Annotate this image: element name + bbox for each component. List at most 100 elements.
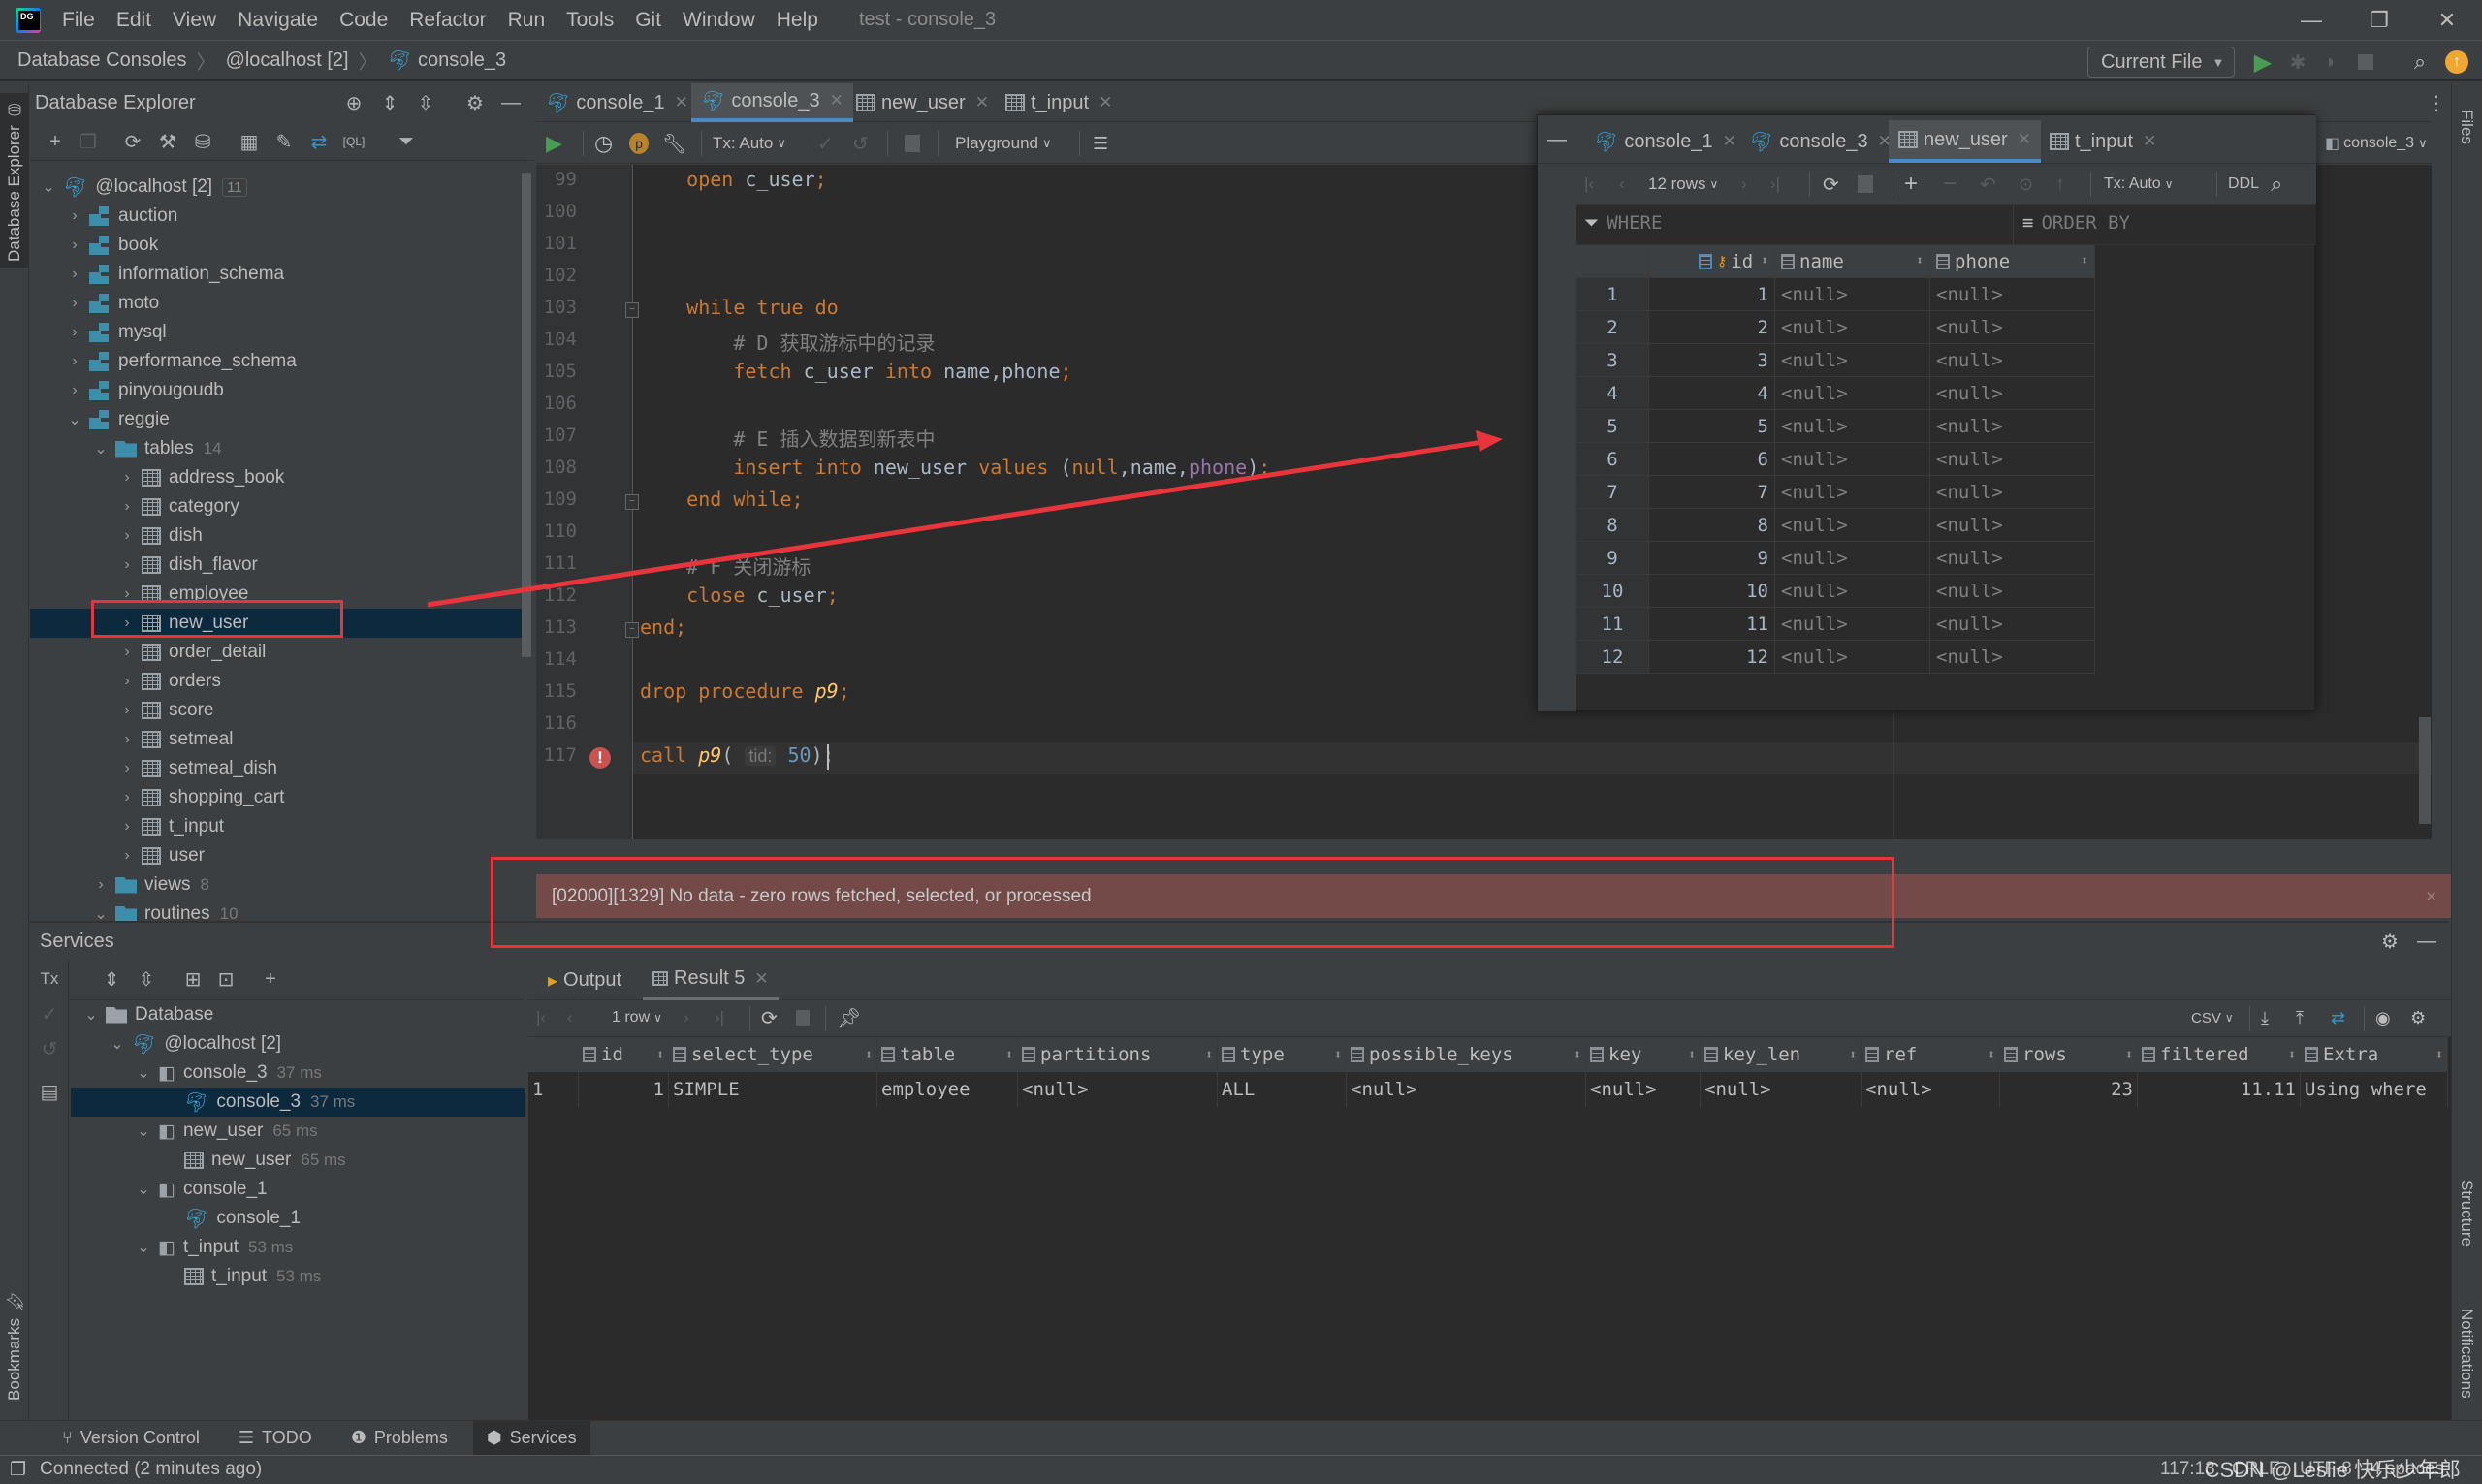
- row-number[interactable]: 9: [1576, 542, 1649, 575]
- grid-cell[interactable]: <null>: [1347, 1072, 1586, 1107]
- files-stripe-button[interactable]: Files: [2452, 93, 2481, 161]
- tree-item-t-input[interactable]: › t_input: [30, 812, 525, 841]
- editor-scrollbar[interactable]: [2419, 717, 2431, 824]
- search-icon[interactable]: ⌕: [2271, 169, 2282, 200]
- row-number[interactable]: 7: [1576, 476, 1649, 509]
- structure-stripe-button[interactable]: Structure: [2452, 1159, 2481, 1266]
- tree-item-dish-flavor[interactable]: › dish_flavor: [30, 551, 525, 580]
- close-tab-icon[interactable]: ✕: [675, 93, 688, 112]
- chevron-right-icon[interactable]: ›: [116, 469, 138, 487]
- row-number[interactable]: 3: [1576, 344, 1649, 377]
- first-page-icon[interactable]: |‹: [536, 1002, 546, 1033]
- service-item[interactable]: 🐬︎ console_1: [71, 1204, 525, 1233]
- debug-icon[interactable]: ✱: [2284, 48, 2311, 76]
- tree-item--localhost-2-[interactable]: ⌄ 🐬︎ @localhost [2] 11: [30, 173, 525, 202]
- new-tab-icon[interactable]: ⊡: [210, 963, 241, 995]
- service-item[interactable]: new_user 65 ms: [71, 1146, 525, 1175]
- sort-icon[interactable]: ⬍: [1849, 1048, 1857, 1062]
- jump-to-console-icon[interactable]: ⇄: [303, 126, 334, 157]
- import-icon[interactable]: ⤒: [2296, 1002, 2304, 1033]
- chevron-down-icon[interactable]: ⌄: [107, 1034, 128, 1054]
- sort-icon[interactable]: ⬍: [1988, 1048, 1995, 1062]
- chevron-right-icon[interactable]: ›: [64, 237, 85, 254]
- order-by-input[interactable]: ≡ ORDER BY: [2022, 212, 2130, 234]
- tab-new-user[interactable]: new_user ✕: [846, 83, 999, 122]
- popup-tab-console-3[interactable]: 🐬︎ console_3 ✕: [1739, 120, 1901, 163]
- chevron-down-icon[interactable]: ⌄: [133, 1121, 154, 1141]
- tree-item-book[interactable]: › book: [30, 231, 525, 260]
- hide-panel-icon[interactable]: —: [2417, 931, 2436, 953]
- close-tab-icon[interactable]: ✕: [2143, 132, 2156, 151]
- row-number[interactable]: 10: [1576, 575, 1649, 608]
- service-item[interactable]: ⌄ ◧ console_1: [71, 1175, 525, 1204]
- ddl-button[interactable]: DDL: [2228, 169, 2259, 200]
- commit-icon[interactable]: ✓: [817, 128, 834, 159]
- notifications-stripe-button[interactable]: Notifications: [2452, 1285, 2481, 1421]
- row-number[interactable]: 1: [1576, 278, 1649, 311]
- fold-icon[interactable]: −: [625, 302, 639, 318]
- grid-cell[interactable]: 11: [1649, 608, 1775, 641]
- service-item[interactable]: ⌄ 🐬︎ @localhost [2]: [71, 1029, 525, 1058]
- column-header-partitions[interactable]: partitions ⬍: [1018, 1037, 1218, 1072]
- sort-icon[interactable]: ⬍: [1761, 254, 1768, 268]
- row-number[interactable]: 4: [1576, 377, 1649, 410]
- popup-tab-new-user[interactable]: new_user ✕: [1889, 120, 2041, 163]
- chevron-right-icon[interactable]: ›: [64, 382, 85, 399]
- grid-cell[interactable]: 2: [1649, 311, 1775, 344]
- sort-icon[interactable]: ⬍: [2125, 1048, 2133, 1062]
- tree-item-performance-schema[interactable]: › performance_schema: [30, 347, 525, 376]
- chevron-right-icon[interactable]: ›: [64, 207, 85, 225]
- grid-cell[interactable]: <null>: [1775, 377, 1930, 410]
- menu-edit[interactable]: Edit: [116, 9, 151, 32]
- add-icon[interactable]: +: [40, 126, 71, 157]
- tab-problems[interactable]: ❶ Problems: [337, 1421, 461, 1456]
- next-page-icon[interactable]: ›: [1741, 169, 1747, 200]
- tree-item-reggie[interactable]: ⌄ reggie: [30, 405, 525, 434]
- revert-icon[interactable]: ↶: [1980, 169, 1996, 200]
- column-header-filtered[interactable]: filtered ⬍: [2138, 1037, 2301, 1072]
- gear-icon[interactable]: ⚙: [2381, 930, 2399, 954]
- tree-item-address-book[interactable]: › address_book: [30, 463, 525, 492]
- rollback-icon[interactable]: ↺: [852, 128, 869, 159]
- commit-icon[interactable]: ✓: [34, 998, 65, 1029]
- grid-cell[interactable]: <null>: [1586, 1072, 1701, 1107]
- add-service-icon[interactable]: +: [255, 963, 286, 995]
- breadcrumb-console-3[interactable]: console_3: [418, 49, 506, 72]
- tree-item-views[interactable]: › views 8: [30, 870, 525, 900]
- chevron-down-icon[interactable]: ⌄: [90, 439, 111, 458]
- tree-item-shopping-cart[interactable]: › shopping_cart: [30, 783, 525, 812]
- next-page-icon[interactable]: ›: [684, 1002, 689, 1033]
- service-item[interactable]: t_input 53 ms: [71, 1262, 525, 1291]
- tab-services[interactable]: ⬢ Services: [472, 1420, 590, 1456]
- sort-icon[interactable]: ⬍: [2435, 1048, 2443, 1062]
- grid-cell[interactable]: 4: [1649, 377, 1775, 410]
- column-header-id[interactable]: id ⬍: [579, 1037, 669, 1072]
- tree-item-category[interactable]: › category: [30, 492, 525, 521]
- grid-cell[interactable]: 5: [1649, 410, 1775, 443]
- tab-version-control[interactable]: ⑂ Version Control: [48, 1421, 213, 1456]
- chevron-down-icon[interactable]: ⌄: [133, 1063, 154, 1083]
- row-number[interactable]: 2: [1576, 311, 1649, 344]
- history-icon[interactable]: ◷: [594, 128, 613, 159]
- sort-icon[interactable]: ⬍: [1334, 1048, 1342, 1062]
- tree-item-score[interactable]: › score: [30, 696, 525, 725]
- grid-cell[interactable]: <null>: [1701, 1072, 1862, 1107]
- grid-cell[interactable]: 12: [1649, 641, 1775, 674]
- chevron-right-icon[interactable]: ›: [116, 760, 138, 777]
- export-icon[interactable]: ⤓: [2261, 1002, 2269, 1033]
- grid-cell[interactable]: <null>: [1930, 476, 2095, 509]
- grid-cell[interactable]: 1: [579, 1072, 669, 1107]
- refresh-icon[interactable]: ⟳: [117, 126, 148, 157]
- chevron-down-icon[interactable]: ⌄: [133, 1238, 154, 1257]
- service-item[interactable]: ⌄ ◧ t_input 53 ms: [71, 1233, 525, 1262]
- query-console-icon[interactable]: [QL]: [338, 126, 369, 157]
- grid-cell[interactable]: 10: [1649, 575, 1775, 608]
- chevron-right-icon[interactable]: ›: [116, 847, 138, 865]
- column-header-rows[interactable]: rows ⬍: [2000, 1037, 2138, 1072]
- grid-cell[interactable]: <null>: [1930, 575, 2095, 608]
- filter-icon[interactable]: ⏷: [391, 126, 422, 157]
- group-by-icon[interactable]: ⊞: [177, 963, 208, 995]
- grid-cell[interactable]: 8: [1649, 509, 1775, 542]
- add-row-icon[interactable]: +: [1904, 169, 1918, 200]
- grid-cell[interactable]: <null>: [1775, 344, 1930, 377]
